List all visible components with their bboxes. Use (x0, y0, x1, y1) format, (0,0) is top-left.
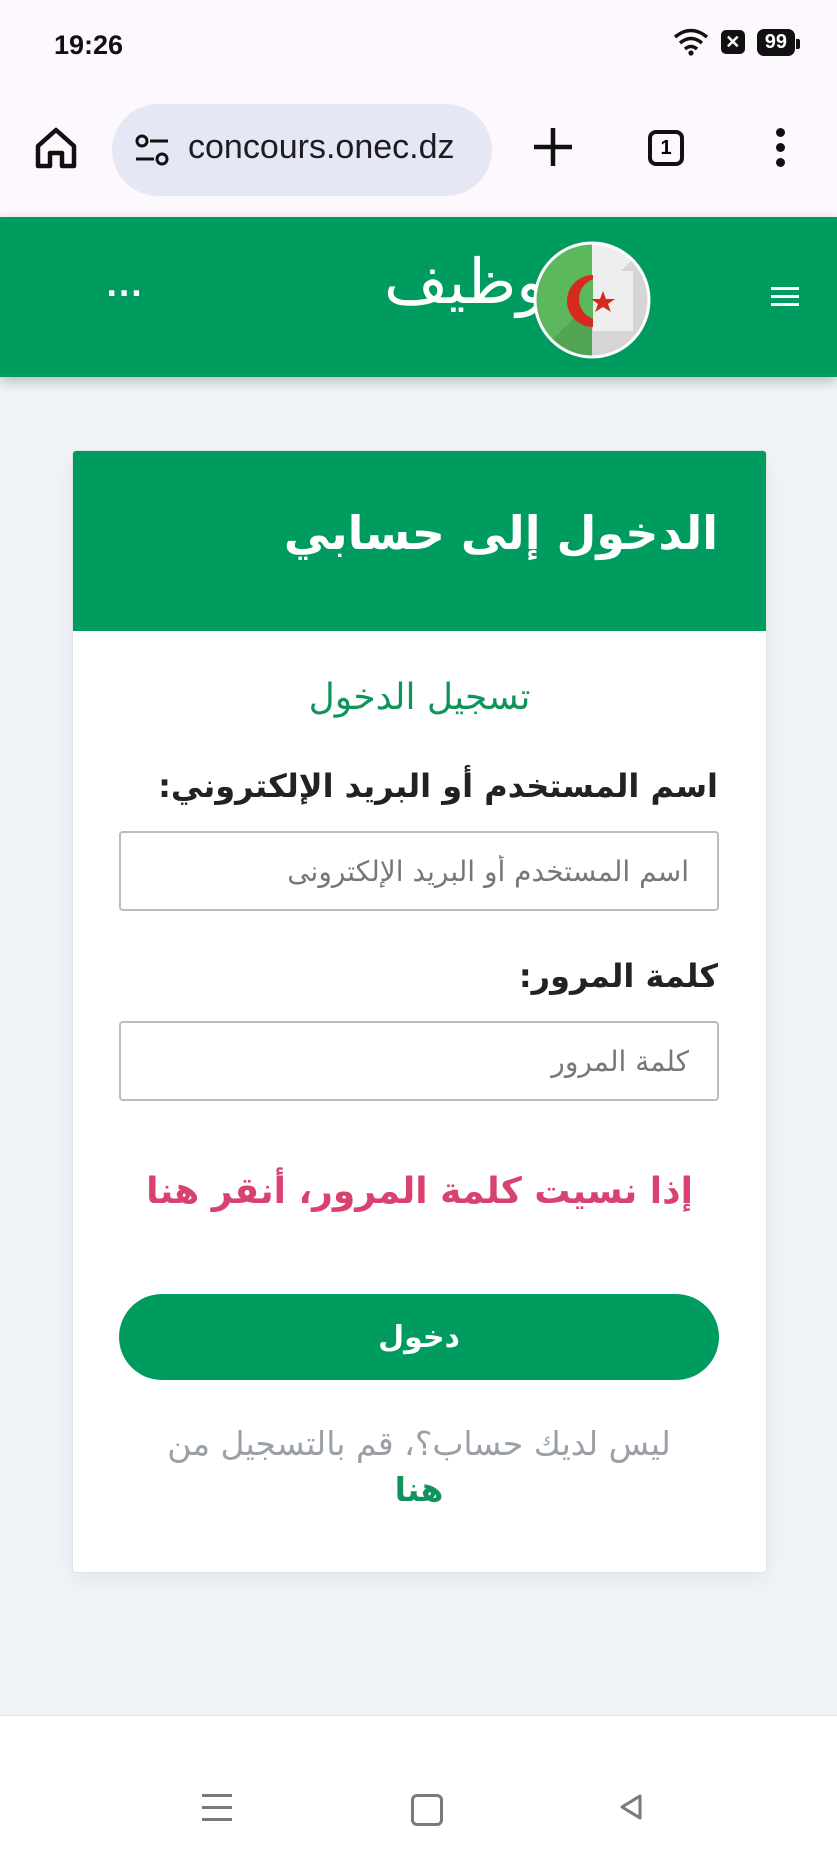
notification-x-icon: ✕ (720, 30, 745, 54)
register-prompt-text: ليس لديك حساب؟، قم بالتسجيل من (167, 1424, 671, 1463)
algeria-flag-icon (533, 241, 651, 359)
more-vert-icon[interactable] (770, 124, 790, 172)
login-subtitle: تسجيل الدخول (308, 677, 531, 718)
username-label: اسم المستخدم أو البريد الإلكتروني: (158, 767, 718, 805)
home-icon[interactable] (30, 122, 82, 174)
login-button[interactable]: دخول (119, 1294, 719, 1380)
site-header: ... توظيف (0, 217, 837, 377)
site-settings-icon[interactable] (132, 132, 172, 168)
more-options-button[interactable]: ... (106, 269, 143, 304)
battery-icon: 99 (756, 28, 801, 56)
tabs-icon[interactable]: 1 (648, 130, 684, 166)
address-bar[interactable]: concours.onec.dz (112, 104, 492, 196)
card-header: الدخول إلى حسابي (73, 451, 766, 631)
password-field[interactable] (119, 1021, 719, 1101)
home-nav-icon[interactable] (411, 1794, 443, 1826)
browser-toolbar: concours.onec.dz 1 (0, 92, 837, 217)
back-nav-icon[interactable] (616, 1792, 646, 1822)
wifi-icon (673, 28, 708, 56)
register-link[interactable]: هنا (113, 1467, 725, 1513)
url-text: concours.onec.dz (188, 128, 455, 166)
recent-apps-icon[interactable] (202, 1794, 232, 1830)
forgot-password-link[interactable]: إذا نسيت كلمة المرور، أنقر هنا (73, 1171, 766, 1212)
username-field[interactable] (119, 831, 719, 911)
register-prompt: ليس لديك حساب؟، قم بالتسجيل من هنا (113, 1421, 725, 1513)
system-nav-bar (0, 1716, 837, 1860)
status-time: 19:26 (54, 30, 124, 60)
status-icons: ✕ 99 (673, 28, 801, 56)
page-title: الدخول إلى حسابي (283, 506, 718, 560)
login-card: الدخول إلى حسابي تسجيل الدخول اسم المستخ… (72, 450, 767, 1573)
status-bar: 19:26 ✕ 99 (0, 0, 837, 92)
new-tab-icon[interactable] (530, 124, 576, 170)
hamburger-menu-icon[interactable] (771, 287, 799, 311)
password-label: كلمة المرور: (518, 957, 718, 995)
